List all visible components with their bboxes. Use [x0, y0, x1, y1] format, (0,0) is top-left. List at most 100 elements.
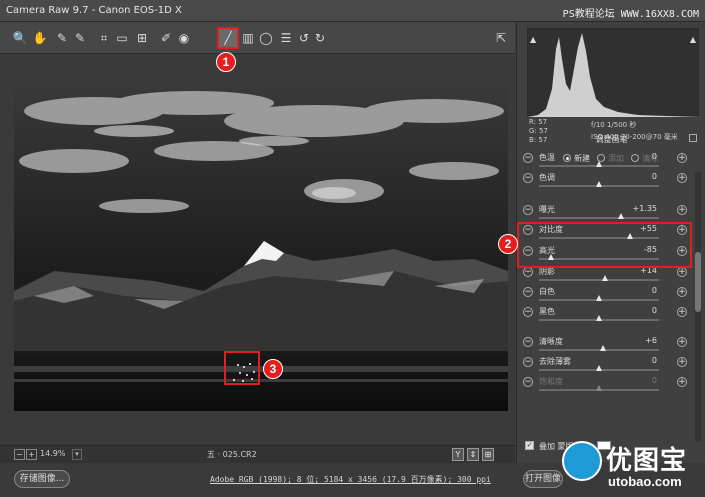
swap-settings-button[interactable]: ⇕	[467, 448, 479, 461]
slider-thumb[interactable]	[599, 345, 606, 351]
slider-thumb[interactable]	[596, 385, 602, 391]
rotate-right-tool-icon[interactable]: ↻	[312, 30, 328, 46]
shadow-clipping-icon[interactable]: ▲	[530, 35, 536, 44]
toolbar: 🔍 ✋ ✎ ✎ ⌗ ▭ ⊞ ✐ ◉ ╱ ▥ ◯ ☰ ↺ ↻ ⇱	[0, 22, 515, 54]
decrease-icon[interactable]: −	[523, 337, 533, 347]
zoom-level: 14.9%	[40, 449, 66, 458]
decrease-icon[interactable]: −	[523, 377, 533, 387]
photo-preview[interactable]	[14, 81, 508, 411]
slider-row-5: − 阴影 +14 +	[517, 266, 693, 286]
slider-thumb[interactable]	[617, 213, 624, 219]
slider-label: 去除薄雾	[539, 357, 571, 366]
increase-icon[interactable]: +	[677, 307, 687, 317]
histogram: ▲ ▲	[527, 28, 700, 117]
slider-label: 清晰度	[539, 337, 563, 346]
red-eye-tool-icon[interactable]: ◉	[176, 30, 192, 46]
panel-menu-icon[interactable]	[689, 134, 697, 142]
highlight-clipping-icon[interactable]: ▲	[690, 35, 696, 44]
slider-value[interactable]: 0	[627, 152, 657, 161]
slider-thumb[interactable]	[596, 295, 602, 301]
decrease-icon[interactable]: −	[523, 307, 533, 317]
brand-watermark: 优图宝 utobao.com	[558, 436, 705, 497]
transform-tool-icon[interactable]: ⊞	[134, 30, 150, 46]
zoom-tool-icon[interactable]: 🔍	[12, 30, 28, 46]
site-watermark: PS教程论坛 WWW.16XX8.COM	[562, 9, 699, 20]
increase-icon[interactable]: +	[677, 173, 687, 183]
slider-row-9: − 去除薄雾 0 +	[517, 356, 693, 376]
slider-row-0: − 色温 0 +	[517, 152, 693, 172]
increase-icon[interactable]: +	[677, 267, 687, 277]
overlay-checkbox[interactable]: ✓	[525, 441, 534, 450]
before-after-toggle-button[interactable]: Y	[452, 448, 464, 461]
graduated-filter-tool-icon[interactable]: ▥	[240, 30, 256, 46]
zoom-out-button[interactable]: −	[14, 449, 25, 460]
rotate-left-tool-icon[interactable]: ↺	[296, 30, 312, 46]
slider-thumb[interactable]	[596, 181, 602, 187]
zoom-in-button[interactable]: +	[26, 449, 37, 460]
slider-value[interactable]: 0	[627, 306, 657, 315]
slider-value[interactable]: +6	[627, 336, 657, 345]
radial-filter-tool-icon[interactable]: ◯	[258, 30, 274, 46]
red-readout: R: 57	[529, 118, 548, 126]
window-title: Camera Raw 9.7 - Canon EOS-1D X	[6, 5, 182, 16]
slider-track[interactable]	[539, 279, 659, 281]
bird-logo-icon	[562, 441, 602, 481]
exposure-info: f/10 1/500 秒	[591, 121, 637, 129]
slider-label: 色调	[539, 173, 555, 182]
export-icon[interactable]: ⇱	[493, 30, 509, 46]
slider-value[interactable]: 0	[627, 172, 657, 181]
file-name: 五 · 025.CR2	[207, 450, 257, 459]
slider-value[interactable]: 0	[627, 356, 657, 365]
decrease-icon[interactable]: −	[523, 153, 533, 163]
workflow-options-link[interactable]: Adobe RGB (1998); 8 位; 5184 x 3456 (17.9…	[210, 474, 491, 485]
open-image-button[interactable]: 打开图像	[523, 470, 563, 488]
image-canvas-area: 3	[0, 55, 515, 445]
slider-row-1: − 色调 0 +	[517, 172, 693, 192]
canvas-status-bar: − + 14.9% ▾ 五 · 025.CR2 Y ⇕ ⊞	[0, 445, 515, 463]
exposure-contrast-highlight	[517, 222, 692, 268]
spot-removal-tool-icon[interactable]: ✐	[158, 30, 174, 46]
brush-area-highlight	[224, 351, 260, 385]
histogram-graph	[528, 33, 700, 117]
slider-value[interactable]: 0	[627, 286, 657, 295]
crop-tool-icon[interactable]: ⌗	[96, 30, 112, 46]
decrease-icon[interactable]: −	[523, 173, 533, 183]
panel-scrollbar-thumb[interactable]	[695, 252, 701, 312]
slider-label: 黑色	[539, 307, 555, 316]
slider-thumb[interactable]	[596, 365, 602, 371]
panel-section-title: 调整画笔	[595, 135, 628, 144]
increase-icon[interactable]: +	[677, 287, 687, 297]
slider-row-2: − 曝光 +1.35 +	[517, 204, 693, 224]
panel-scrollbar[interactable]	[695, 172, 701, 442]
increase-icon[interactable]: +	[677, 205, 687, 215]
decrease-icon[interactable]: −	[523, 287, 533, 297]
slider-value[interactable]: +1.35	[627, 204, 657, 213]
decrease-icon[interactable]: −	[523, 267, 533, 277]
slider-row-10: − 饱和度 0 +	[517, 376, 693, 396]
increase-icon[interactable]: +	[677, 357, 687, 367]
slider-label: 饱和度	[539, 377, 563, 386]
adjustment-brush-tool-icon[interactable]: ╱	[217, 27, 239, 49]
increase-icon[interactable]: +	[677, 153, 687, 163]
straighten-tool-icon[interactable]: ▭	[114, 30, 130, 46]
preferences-tool-icon[interactable]: ☰	[278, 30, 294, 46]
callout-badge-3: 3	[263, 359, 283, 379]
slider-thumb[interactable]	[596, 315, 602, 321]
slider-thumb[interactable]	[596, 161, 602, 167]
mountain-landscape-image	[14, 81, 508, 411]
color-sampler-tool-icon[interactable]: ✎	[72, 30, 88, 46]
copy-settings-button[interactable]: ⊞	[482, 448, 494, 461]
increase-icon[interactable]: +	[677, 377, 687, 387]
zoom-dropdown[interactable]: ▾	[72, 449, 82, 460]
hand-tool-icon[interactable]: ✋	[32, 30, 48, 46]
slider-thumb[interactable]	[602, 275, 608, 281]
callout-badge-1: 1	[216, 52, 236, 72]
decrease-icon[interactable]: −	[523, 357, 533, 367]
increase-icon[interactable]: +	[677, 337, 687, 347]
save-image-button[interactable]: 存储图像...	[14, 470, 70, 488]
brand-name: 优图宝	[606, 446, 688, 476]
white-balance-tool-icon[interactable]: ✎	[54, 30, 70, 46]
decrease-icon[interactable]: −	[523, 205, 533, 215]
slider-track[interactable]	[539, 217, 659, 219]
slider-value[interactable]: 0	[627, 376, 657, 385]
